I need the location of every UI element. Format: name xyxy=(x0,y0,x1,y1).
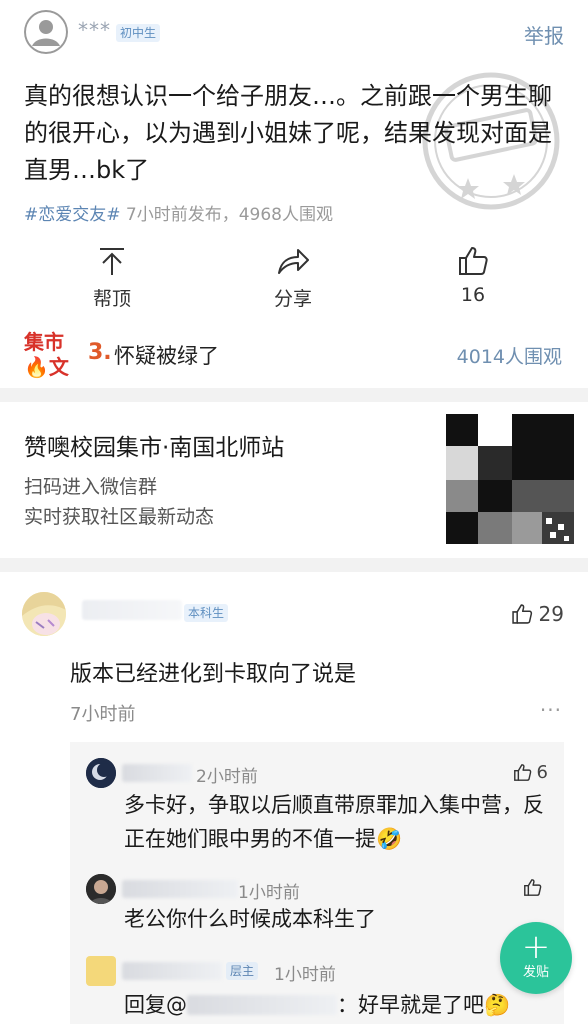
thumbs-up-icon xyxy=(511,604,532,624)
op-badge: 层主 xyxy=(226,962,259,980)
hot-views: 4014人围观 xyxy=(456,346,562,368)
topic-tag[interactable]: #恋爱交友# xyxy=(24,205,121,225)
replies-panel: 2小时前 6 多卡好，争取以后顺直带原罪加入集中营，反正在她们眼中男的不值一提🤣… xyxy=(70,742,564,1024)
section-divider xyxy=(0,558,588,572)
reply-time: 1小时前 xyxy=(274,965,336,985)
reply-name-blurred[interactable] xyxy=(122,962,222,980)
comment-time: 7小时前 xyxy=(70,704,136,725)
share-button[interactable]: 分享 xyxy=(233,244,353,311)
qr-code-image[interactable] xyxy=(446,414,574,544)
reply-prefix: 回复@ xyxy=(124,993,187,1017)
up-arrow-icon xyxy=(100,248,124,275)
reply-text: 老公你什么时候成本科生了 xyxy=(124,907,376,931)
section-divider xyxy=(0,388,588,402)
logo-line1: 集市 xyxy=(24,330,64,354)
reply-text: 多卡好，争取以后顺直带原罪加入集中营，反正在她们眼中男的不值一提🤣 xyxy=(124,793,544,851)
anime-avatar xyxy=(22,592,66,636)
author-badge: 初中生 xyxy=(116,24,161,42)
ad-line2: 实时获取社区最新动态 xyxy=(24,506,215,528)
new-post-button[interactable]: + 发贴 xyxy=(500,922,572,994)
like-button[interactable]: 16 xyxy=(413,244,533,306)
author-avatar[interactable] xyxy=(24,10,68,54)
reply-time: 1小时前 xyxy=(238,883,300,903)
reply-avatar[interactable] xyxy=(86,956,116,986)
hot-rank: 3. xyxy=(88,340,112,365)
reply-avatar[interactable] xyxy=(86,758,116,788)
author-name-text: *** xyxy=(78,18,111,42)
reply-avatar[interactable] xyxy=(86,874,116,904)
comment-like-button[interactable]: 29 xyxy=(511,602,564,626)
reply-text: 好早就是了吧🤔 xyxy=(358,993,511,1017)
ad-title[interactable]: 赞噢校园集市·南国北师站 xyxy=(24,428,284,462)
like-count: 16 xyxy=(460,284,486,306)
reply-name-blurred[interactable] xyxy=(122,764,192,782)
plus-icon: + xyxy=(521,927,551,967)
logo-line2: 文 xyxy=(48,355,69,379)
post-meta: #恋爱交友# 7小时前发布，4968人围观 xyxy=(24,200,333,225)
comment-text: 版本已经进化到卡取向了说是 xyxy=(70,662,357,687)
hot-post-title[interactable]: 怀疑被绿了 xyxy=(114,340,219,370)
ad-line1: 扫码进入微信群 xyxy=(24,476,158,498)
reply-like-button[interactable] xyxy=(523,878,542,897)
reply-name-blurred[interactable] xyxy=(122,880,238,898)
reply-sep: ： xyxy=(337,993,358,1017)
reply-mention-blurred[interactable] xyxy=(187,995,337,1015)
report-button[interactable]: 举报 xyxy=(524,20,564,49)
bump-label: 帮顶 xyxy=(92,288,131,310)
post-body: 真的很想认识一个给子朋友…。之前跟一个男生聊的很开心，以为遇到小姐妹了呢，结果发… xyxy=(24,82,552,184)
post-meta-text: 7小时前发布，4968人围观 xyxy=(120,205,333,225)
share-arrow-icon xyxy=(278,249,309,274)
reply-like-count: 6 xyxy=(536,762,548,783)
thumbs-up-icon xyxy=(459,247,488,275)
share-label: 分享 xyxy=(273,288,312,310)
commenter-avatar[interactable] xyxy=(22,592,66,636)
more-dots-icon[interactable]: ··· xyxy=(540,698,562,722)
bump-button[interactable]: 帮顶 xyxy=(52,244,172,311)
thumbs-up-icon xyxy=(513,764,531,781)
person-avatar xyxy=(86,874,116,904)
author-name[interactable]: *** xyxy=(78,18,111,42)
reply-text-line: 回复@ ： 好早就是了吧🤔 xyxy=(124,988,510,1022)
thumbs-up-icon xyxy=(524,879,542,896)
reply-like-button[interactable]: 6 xyxy=(513,762,548,783)
commenter-badge: 本科生 xyxy=(184,604,229,622)
market-hot-logo: 集市 🔥 文 xyxy=(24,330,72,382)
moon-avatar xyxy=(86,758,116,788)
flame-icon: 🔥 xyxy=(24,355,49,379)
reply-time: 2小时前 xyxy=(196,767,258,787)
new-post-label: 发贴 xyxy=(522,965,549,980)
commenter-name-blurred[interactable] xyxy=(82,600,182,620)
user-icon xyxy=(24,10,68,54)
comment-like-count: 29 xyxy=(538,602,564,626)
